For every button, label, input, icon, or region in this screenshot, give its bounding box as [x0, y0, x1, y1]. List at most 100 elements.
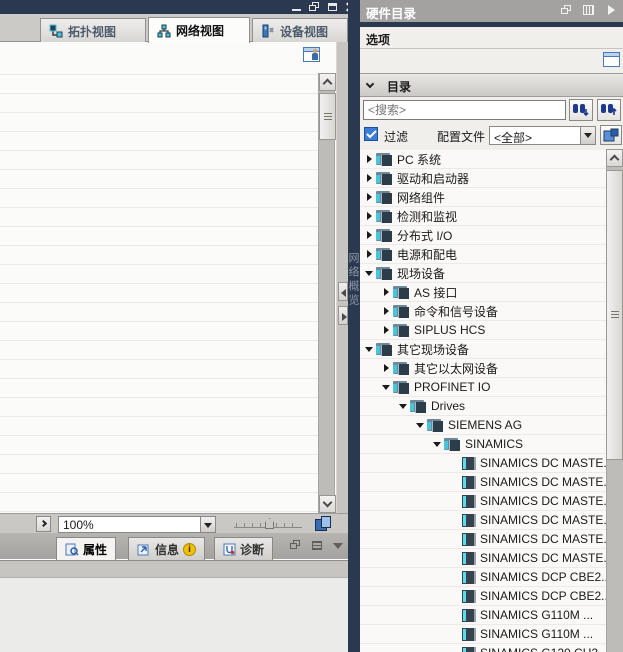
network-canvas[interactable]: [0, 42, 336, 513]
catalog-tree-item-label: SINAMICS DC MASTE...: [480, 513, 606, 527]
float-icon[interactable]: [290, 540, 302, 551]
catalog-tree-item[interactable]: PC 系统: [360, 150, 606, 169]
collapse-icon[interactable]: [381, 382, 393, 392]
catalog-info-pane-icon[interactable]: [603, 52, 620, 67]
catalog-tree-item-label: SIPLUS HCS: [414, 323, 485, 337]
catalog-tree-item[interactable]: SIEMENS AG: [360, 416, 606, 435]
catalog-tree-item[interactable]: SINAMICS G110M ...: [360, 606, 606, 625]
info-badge: i: [183, 543, 196, 556]
expand-right-icon[interactable]: [36, 516, 51, 532]
catalog-tree-item[interactable]: 电源和配电: [360, 245, 606, 264]
catalog-tree-item[interactable]: SINAMICS G110M ...: [360, 625, 606, 644]
tab-info[interactable]: 信息 i: [128, 537, 205, 560]
catalog-tree-item[interactable]: SINAMICS DCP CBE2...: [360, 568, 606, 587]
device-icon: [462, 628, 476, 641]
device-icon: [462, 476, 476, 489]
search-up-icon[interactable]: [597, 99, 621, 121]
expand-icon[interactable]: [364, 192, 376, 202]
scrollbar-thumb[interactable]: [606, 170, 623, 460]
collapse-icon[interactable]: [364, 344, 376, 354]
search-input[interactable]: [363, 100, 566, 120]
expand-icon[interactable]: [364, 173, 376, 183]
collapse-right-icon[interactable]: [605, 5, 617, 16]
catalog-tree-item[interactable]: 检测和监视: [360, 207, 606, 226]
scroll-up-icon[interactable]: [319, 73, 336, 91]
list-view-icon[interactable]: [311, 540, 323, 551]
catalog-tree-item[interactable]: 命令和信号设备: [360, 302, 606, 321]
restore-icon[interactable]: [309, 2, 320, 12]
catalog-tree-item[interactable]: SINAMICS G120 CU2: [360, 644, 606, 652]
device-icon: [462, 571, 476, 584]
tab-properties[interactable]: 属性: [56, 537, 116, 560]
catalog-tree-item[interactable]: SINAMICS DC MASTE...: [360, 511, 606, 530]
columns-icon[interactable]: [583, 5, 595, 16]
maximize-icon[interactable]: [327, 2, 338, 12]
collapse-icon[interactable]: [415, 420, 427, 430]
diagnostics-icon: [223, 543, 236, 556]
fit-view-icon[interactable]: [315, 516, 332, 532]
zoom-slider[interactable]: [234, 518, 302, 531]
title-bar: [0, 0, 360, 14]
scroll-down-icon[interactable]: [319, 495, 336, 513]
expander-spacer: [449, 572, 461, 582]
catalog-tree-item[interactable]: 网络组件: [360, 188, 606, 207]
float-icon[interactable]: [561, 5, 573, 16]
tab-diagnostics[interactable]: 诊断: [214, 537, 273, 560]
catalog-tree-item[interactable]: 现场设备: [360, 264, 606, 283]
catalog-tree-item[interactable]: 其它现场设备: [360, 340, 606, 359]
scrollbar-thumb[interactable]: [319, 93, 336, 140]
collapse-right-icon[interactable]: [338, 306, 348, 325]
zoom-level-select[interactable]: 100%: [58, 516, 216, 533]
catalog-tree-item-label: PROFINET IO: [414, 380, 490, 394]
expand-icon[interactable]: [381, 287, 393, 297]
catalog-tree-item[interactable]: SINAMICS DCP CBE2...: [360, 587, 606, 606]
tab-topology-view[interactable]: 拓扑视图: [40, 18, 146, 43]
catalog-tree-item[interactable]: SINAMICS DC MASTE...: [360, 473, 606, 492]
catalog-tree-item[interactable]: SINAMICS DC MASTE...: [360, 492, 606, 511]
expand-icon[interactable]: [364, 230, 376, 240]
collapse-icon[interactable]: [432, 439, 444, 449]
catalog-tree-item[interactable]: 分布式 I/O: [360, 226, 606, 245]
catalog-tree-item[interactable]: SINAMICS: [360, 435, 606, 454]
expander-spacer: [449, 496, 461, 506]
catalog-tree-item[interactable]: SINAMICS DC MASTE...: [360, 454, 606, 473]
device-icon: [462, 552, 476, 565]
catalog-tree-item[interactable]: 驱动和启动器: [360, 169, 606, 188]
catalog-tree-item[interactable]: SINAMICS DC MASTE...: [360, 549, 606, 568]
expand-icon[interactable]: [364, 154, 376, 164]
minimize-icon[interactable]: [291, 2, 302, 12]
expand-icon[interactable]: [381, 325, 393, 335]
zoom-slider-thumb[interactable]: [265, 518, 274, 529]
chevron-down-icon[interactable]: [332, 540, 344, 551]
collapse-icon[interactable]: [398, 401, 410, 411]
catalog-tree-item[interactable]: SIPLUS HCS: [360, 321, 606, 340]
expand-icon[interactable]: [364, 211, 376, 221]
catalog-tree-item[interactable]: 其它以太网设备: [360, 359, 606, 378]
expander-spacer: [449, 648, 461, 652]
catalog-tree-item[interactable]: AS 接口: [360, 283, 606, 302]
folder-icon: [376, 266, 393, 280]
page-overview-icon[interactable]: [303, 47, 320, 62]
profile-value: <全部>: [494, 129, 532, 146]
search-down-icon[interactable]: [569, 99, 593, 121]
profile-edit-icon[interactable]: [600, 125, 622, 145]
collapse-icon[interactable]: [364, 268, 376, 278]
expand-icon[interactable]: [364, 249, 376, 259]
catalog-tree-item[interactable]: Drives: [360, 397, 606, 416]
expander-spacer: [449, 477, 461, 487]
expand-icon[interactable]: [381, 363, 393, 373]
folder-icon: [376, 152, 393, 166]
tab-network-view[interactable]: 网络视图: [148, 17, 250, 43]
catalog-tree-item[interactable]: SINAMICS DC MASTE...: [360, 530, 606, 549]
catalog-scrollbar[interactable]: [606, 150, 623, 652]
canvas-vertical-scrollbar[interactable]: [318, 73, 335, 513]
catalog-tree-item[interactable]: PROFINET IO: [360, 378, 606, 397]
catalog-tree-item-label: 电源和配电: [397, 246, 457, 263]
expand-icon[interactable]: [381, 306, 393, 316]
profile-select[interactable]: <全部>: [489, 126, 596, 145]
scroll-up-icon[interactable]: [606, 149, 623, 167]
expander-spacer: [449, 629, 461, 639]
catalog-section-header[interactable]: 目录: [360, 73, 623, 97]
filter-checkbox[interactable]: [364, 127, 378, 141]
tab-device-view[interactable]: 设备视图: [252, 18, 348, 43]
